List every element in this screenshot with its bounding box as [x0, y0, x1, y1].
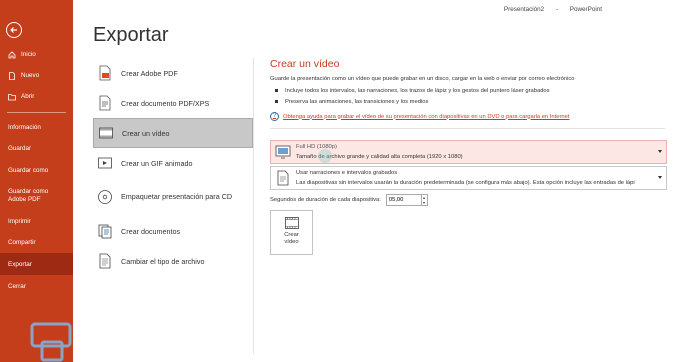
- feature-item: Preserva las animaciones, las transicion…: [270, 96, 670, 107]
- video-icon: [97, 124, 115, 142]
- backstage-sidebar: Inicio Nuevo Abrir Información Guardar G…: [0, 0, 73, 362]
- section-divider: [270, 128, 665, 129]
- create-video-label: Crear vídeo: [284, 232, 299, 245]
- spin-up-icon[interactable]: [423, 196, 426, 199]
- sidebar-item-label: Abrir: [21, 93, 35, 100]
- cd-icon: [96, 188, 114, 206]
- help-link[interactable]: ? Obtenga ayuda para grabar el vídeo de …: [270, 112, 670, 121]
- app-name: PowerPoint: [569, 6, 602, 13]
- home-icon: [8, 50, 16, 58]
- create-video-button[interactable]: Crear vídeo: [270, 210, 313, 255]
- monitor-icon: [275, 145, 291, 159]
- new-document-icon: [9, 71, 15, 80]
- narration-doc-icon: [277, 170, 289, 186]
- mouse-cursor-highlight: [318, 149, 332, 163]
- documents-icon: [96, 222, 114, 240]
- gif-icon: [96, 154, 114, 172]
- option-crear-adobe-pdf[interactable]: Crear Adobe PDF: [93, 58, 253, 88]
- narration-subtitle: Las diapositivas sin intervalos usarán l…: [296, 180, 635, 186]
- sidebar-top-nav: Inicio Nuevo Abrir: [0, 44, 73, 107]
- panel-title: Crear un vídeo: [270, 58, 340, 70]
- help-question-icon: ?: [270, 112, 279, 121]
- sidebar-bottom-nav: Información Guardar Guardar como Guardar…: [0, 116, 73, 297]
- option-label: Crear Adobe PDF: [121, 68, 178, 78]
- option-label: Crear documentos: [121, 226, 181, 236]
- option-crear-gif[interactable]: Crear un GIF animado: [93, 148, 253, 178]
- feature-item: Incluye todos los intervalos, las narrac…: [270, 85, 670, 96]
- chevron-down-icon: [658, 150, 662, 153]
- sidebar-item-exportar[interactable]: Exportar: [0, 253, 73, 275]
- file-type-icon: [96, 252, 114, 270]
- watermark-logo-icon: [30, 322, 72, 362]
- quality-title: Full HD (1080p): [296, 144, 337, 150]
- sidebar-item-compartir[interactable]: Compartir: [0, 232, 73, 253]
- panel-description: Guarde la presentación como un vídeo que…: [270, 76, 575, 82]
- sidebar-item-guardar[interactable]: Guardar: [0, 138, 73, 159]
- sidebar-item-cerrar[interactable]: Cerrar: [0, 275, 73, 297]
- duration-label: Segundos de duración de cada diapositiva…: [270, 197, 381, 203]
- sidebar-item-label: Nuevo: [21, 72, 40, 79]
- duration-input[interactable]: [385, 194, 422, 206]
- duration-row: Segundos de duración de cada diapositiva…: [270, 194, 670, 206]
- option-label: Crear un vídeo: [122, 128, 170, 138]
- sidebar-item-inicio[interactable]: Inicio: [0, 44, 73, 65]
- sidebar-item-label: Inicio: [21, 51, 36, 58]
- sidebar-divider: [7, 112, 66, 113]
- sidebar-item-guardar-adobe-pdf[interactable]: Guardar como Adobe PDF: [0, 181, 73, 211]
- export-options-list: Crear Adobe PDF Crear documento PDF/XPS …: [93, 58, 253, 276]
- option-crear-video[interactable]: Crear un vídeo: [93, 118, 253, 148]
- title-separator: -: [555, 6, 559, 13]
- adobe-pdf-icon: [96, 64, 114, 82]
- window-title: Presentación2 - PowerPoint: [494, 6, 602, 13]
- spin-down-icon[interactable]: [423, 201, 426, 204]
- narration-dropdown[interactable]: Usar narraciones e intervalos grabados L…: [270, 166, 667, 190]
- quality-subtitle: Tamaño de archivo grande y calidad alta …: [296, 154, 463, 160]
- page-title: Exportar: [93, 24, 169, 46]
- help-link-text[interactable]: Obtenga ayuda para grabar el vídeo de su…: [283, 114, 570, 120]
- sidebar-item-abrir[interactable]: Abrir: [0, 86, 73, 107]
- option-label: Crear un GIF animado: [121, 158, 193, 168]
- sidebar-item-guardar-como[interactable]: Guardar como: [0, 159, 73, 181]
- option-cambiar-tipo[interactable]: Cambiar el tipo de archivo: [93, 246, 253, 276]
- sidebar-item-informacion[interactable]: Información: [0, 116, 73, 138]
- narration-title: Usar narraciones e intervalos grabados: [296, 170, 398, 176]
- folder-icon: [8, 93, 16, 100]
- pdf-xps-icon: [96, 94, 114, 112]
- option-crear-pdf-xps[interactable]: Crear documento PDF/XPS: [93, 88, 253, 118]
- document-name: Presentación2: [503, 6, 545, 13]
- option-label: Cambiar el tipo de archivo: [121, 256, 205, 266]
- feature-list: Incluye todos los intervalos, las narrac…: [270, 85, 670, 107]
- option-crear-documentos[interactable]: Crear documentos: [93, 216, 253, 246]
- sidebar-item-nuevo[interactable]: Nuevo: [0, 65, 73, 86]
- duration-spinner[interactable]: [421, 194, 428, 206]
- option-label: Empaquetar presentación para CD: [121, 191, 233, 201]
- chevron-down-icon: [658, 176, 662, 179]
- option-empaquetar-cd[interactable]: Empaquetar presentación para CD: [93, 178, 253, 216]
- option-label: Crear documento PDF/XPS: [121, 98, 210, 108]
- back-arrow-icon[interactable]: [6, 22, 22, 38]
- video-icon: [284, 217, 299, 229]
- sidebar-item-imprimir[interactable]: Imprimir: [0, 211, 73, 232]
- panel-divider: [253, 58, 254, 354]
